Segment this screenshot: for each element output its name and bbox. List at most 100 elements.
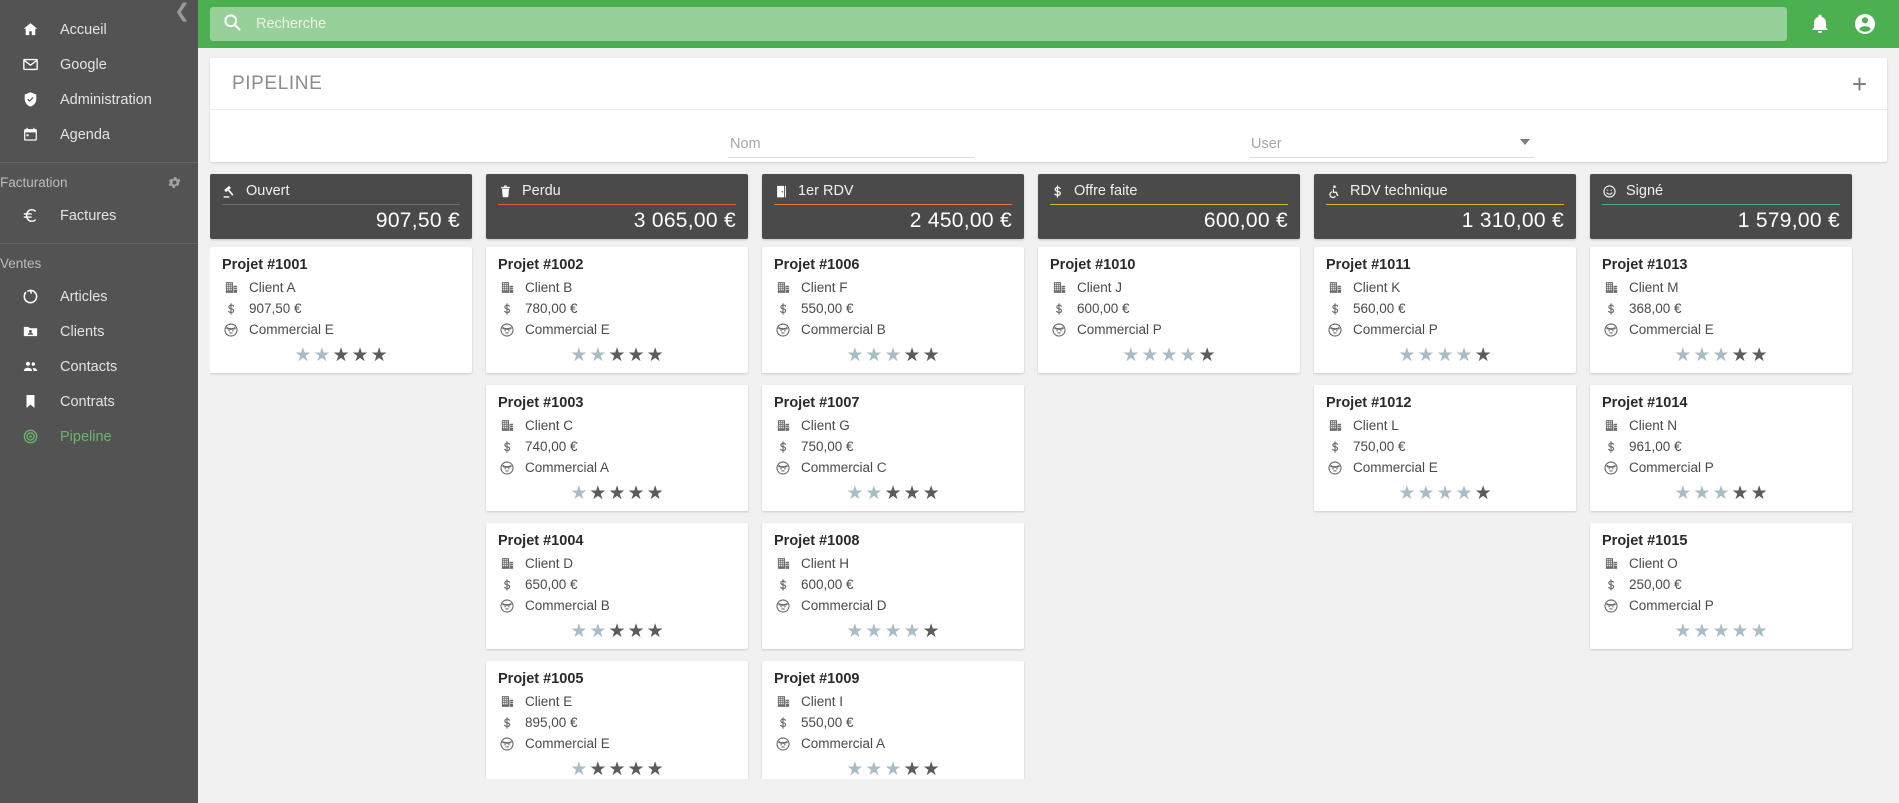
star-icon[interactable]: ★ (628, 346, 645, 365)
star-icon[interactable]: ★ (1436, 484, 1453, 503)
star-icon[interactable]: ★ (923, 760, 940, 779)
pipeline-card[interactable]: Projet #1001 Client A 907,50 € Commercial E… (210, 247, 472, 373)
star-icon[interactable]: ★ (647, 484, 664, 503)
card-rating[interactable]: ★ ★ ★ ★ ★ (774, 340, 1012, 365)
pipeline-card[interactable]: Projet #1013 Client M 368,00 € Commercial E… (1590, 247, 1852, 373)
pipeline-card[interactable]: Projet #1002 Client B 780,00 € Commercial E… (486, 247, 748, 373)
star-icon[interactable]: ★ (570, 484, 587, 503)
bell-icon[interactable] (1809, 13, 1831, 35)
card-rating[interactable]: ★ ★ ★ ★ ★ (1602, 616, 1840, 641)
column-header[interactable]: 1er RDV 2 450,00 € (762, 174, 1024, 239)
pipeline-card[interactable]: Projet #1007 Client G 750,00 € Commercial C… (762, 385, 1024, 511)
star-icon[interactable]: ★ (570, 622, 587, 641)
filter-nom[interactable] (728, 130, 975, 158)
star-icon[interactable]: ★ (1674, 622, 1691, 641)
star-icon[interactable]: ★ (352, 346, 369, 365)
star-icon[interactable]: ★ (589, 346, 606, 365)
card-rating[interactable]: ★ ★ ★ ★ ★ (498, 340, 736, 365)
star-icon[interactable]: ★ (608, 484, 625, 503)
star-icon[interactable]: ★ (1141, 346, 1158, 365)
star-icon[interactable]: ★ (1417, 484, 1434, 503)
star-icon[interactable]: ★ (904, 622, 921, 641)
star-icon[interactable]: ★ (884, 622, 901, 641)
pipeline-card[interactable]: Projet #1008 Client H 600,00 € Commercial D… (762, 523, 1024, 649)
search-box[interactable] (210, 7, 1787, 41)
column-header[interactable]: Offre faite 600,00 € (1038, 174, 1300, 239)
column-header[interactable]: Perdu 3 065,00 € (486, 174, 748, 239)
star-icon[interactable]: ★ (589, 484, 606, 503)
star-icon[interactable]: ★ (846, 346, 863, 365)
pipeline-card[interactable]: Projet #1003 Client C 740,00 € Commercial A… (486, 385, 748, 511)
star-icon[interactable]: ★ (846, 484, 863, 503)
star-icon[interactable]: ★ (1160, 346, 1177, 365)
star-icon[interactable]: ★ (1712, 622, 1729, 641)
card-rating[interactable]: ★ ★ ★ ★ ★ (222, 340, 460, 365)
star-icon[interactable]: ★ (608, 622, 625, 641)
sidebar-item-articles[interactable]: Articles (0, 279, 198, 314)
star-icon[interactable]: ★ (628, 622, 645, 641)
card-rating[interactable]: ★ ★ ★ ★ ★ (498, 616, 736, 641)
star-icon[interactable]: ★ (1732, 346, 1749, 365)
star-icon[interactable]: ★ (371, 346, 388, 365)
star-icon[interactable]: ★ (647, 346, 664, 365)
star-icon[interactable]: ★ (1693, 346, 1710, 365)
star-icon[interactable]: ★ (294, 346, 311, 365)
star-icon[interactable]: ★ (923, 346, 940, 365)
star-icon[interactable]: ★ (1436, 346, 1453, 365)
sidebar-item-accueil[interactable]: Accueil (0, 12, 198, 47)
star-icon[interactable]: ★ (865, 484, 882, 503)
star-icon[interactable]: ★ (628, 484, 645, 503)
nom-input[interactable] (728, 134, 975, 153)
account-circle-icon[interactable] (1853, 12, 1877, 36)
filter-user[interactable] (1249, 130, 1534, 158)
pipeline-card[interactable]: Projet #1009 Client I 550,00 € Commercial A… (762, 661, 1024, 779)
star-icon[interactable]: ★ (1751, 622, 1768, 641)
star-icon[interactable]: ★ (647, 760, 664, 779)
card-rating[interactable]: ★ ★ ★ ★ ★ (1602, 340, 1840, 365)
user-select-input[interactable] (1249, 134, 1534, 153)
card-rating[interactable]: ★ ★ ★ ★ ★ (774, 616, 1012, 641)
sidebar-item-agenda[interactable]: Agenda (0, 117, 198, 152)
star-icon[interactable]: ★ (1199, 346, 1216, 365)
star-icon[interactable]: ★ (1180, 346, 1197, 365)
star-icon[interactable]: ★ (1674, 346, 1691, 365)
star-icon[interactable]: ★ (904, 760, 921, 779)
card-rating[interactable]: ★ ★ ★ ★ ★ (1326, 340, 1564, 365)
star-icon[interactable]: ★ (865, 346, 882, 365)
star-icon[interactable]: ★ (313, 346, 330, 365)
pipeline-card[interactable]: Projet #1010 Client J 600,00 € Commercial P… (1038, 247, 1300, 373)
star-icon[interactable]: ★ (1475, 484, 1492, 503)
add-item-plus-icon[interactable]: + (1852, 71, 1867, 97)
column-header[interactable]: RDV technique 1 310,00 € (1314, 174, 1576, 239)
card-rating[interactable]: ★ ★ ★ ★ ★ (1326, 478, 1564, 503)
pipeline-card[interactable]: Projet #1004 Client D 650,00 € Commercial B… (486, 523, 748, 649)
star-icon[interactable]: ★ (589, 622, 606, 641)
star-icon[interactable]: ★ (846, 622, 863, 641)
star-icon[interactable]: ★ (628, 760, 645, 779)
star-icon[interactable]: ★ (1398, 346, 1415, 365)
star-icon[interactable]: ★ (1417, 346, 1434, 365)
star-icon[interactable]: ★ (904, 346, 921, 365)
search-input[interactable] (242, 15, 1775, 33)
star-icon[interactable]: ★ (570, 760, 587, 779)
star-icon[interactable]: ★ (1732, 622, 1749, 641)
star-icon[interactable]: ★ (570, 346, 587, 365)
sidebar-item-administration[interactable]: Administration (0, 82, 198, 117)
column-header[interactable]: Ouvert 907,50 € (210, 174, 472, 239)
star-icon[interactable]: ★ (865, 622, 882, 641)
sidebar-item-clients[interactable]: Clients (0, 314, 198, 349)
star-icon[interactable]: ★ (589, 760, 606, 779)
star-icon[interactable]: ★ (865, 760, 882, 779)
pipeline-card[interactable]: Projet #1014 Client N 961,00 € Commercial P… (1590, 385, 1852, 511)
card-rating[interactable]: ★ ★ ★ ★ ★ (1050, 340, 1288, 365)
star-icon[interactable]: ★ (608, 760, 625, 779)
sidebar-item-contrats[interactable]: Contrats (0, 384, 198, 419)
star-icon[interactable]: ★ (1456, 346, 1473, 365)
star-icon[interactable]: ★ (1693, 484, 1710, 503)
star-icon[interactable]: ★ (884, 760, 901, 779)
sidebar-item-contacts[interactable]: Contacts (0, 349, 198, 384)
card-rating[interactable]: ★ ★ ★ ★ ★ (774, 478, 1012, 503)
card-rating[interactable]: ★ ★ ★ ★ ★ (1602, 478, 1840, 503)
star-icon[interactable]: ★ (904, 484, 921, 503)
sidebar-item-google[interactable]: Google (0, 47, 198, 82)
